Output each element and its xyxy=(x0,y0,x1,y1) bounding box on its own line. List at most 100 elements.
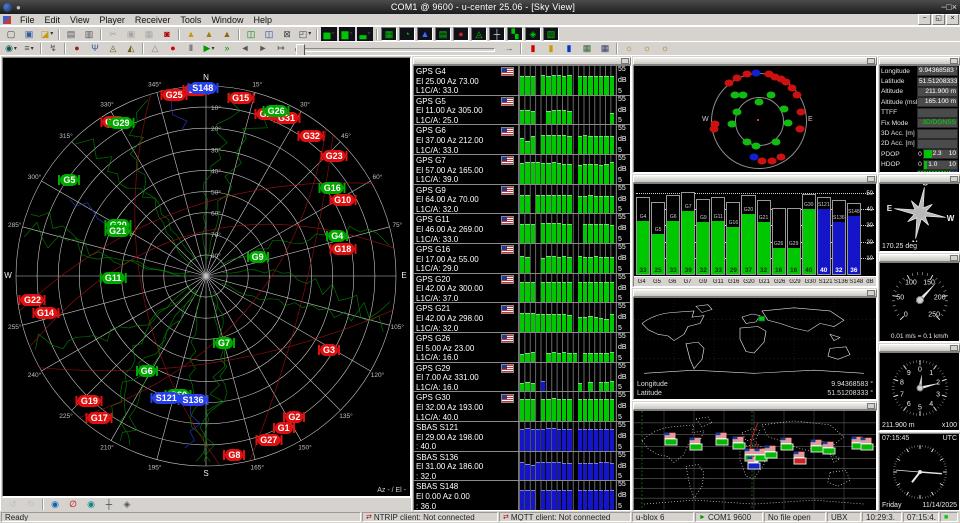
camera-view-button[interactable]: ▃▾ xyxy=(357,27,373,41)
new-view-button[interactable]: ◰▾ xyxy=(297,27,313,41)
database-button[interactable]: ☼ xyxy=(639,42,655,56)
panel-close-button[interactable] xyxy=(867,403,875,409)
world-button[interactable]: ◉ xyxy=(47,498,63,512)
mdi-close-button[interactable]: × xyxy=(946,14,959,25)
sky-view-panel: Az - / El - N15°30°45°60°75°E105°120°135… xyxy=(0,55,413,513)
playback-slider[interactable] xyxy=(295,43,495,55)
chart-bar-value: 33 xyxy=(712,267,724,274)
panel-grab-bar[interactable] xyxy=(413,57,631,65)
record-button[interactable]: ● xyxy=(165,42,181,56)
packet-console-button[interactable]: ▮ xyxy=(561,42,577,56)
status-ready: Ready xyxy=(1,512,361,522)
panel-grab-bar[interactable] xyxy=(633,57,877,65)
chart-bar-s148: S14836 xyxy=(847,203,861,275)
panel-close-button[interactable] xyxy=(950,345,958,351)
flash-tool-button[interactable]: ▲ xyxy=(201,27,217,41)
message-view-button[interactable]: ▦ xyxy=(579,42,595,56)
play-button[interactable]: ▶▾ xyxy=(201,42,217,56)
svg-text:S: S xyxy=(923,184,929,187)
speed-value: 0.01 m/s = 0.1 km/h xyxy=(880,333,959,340)
open-file-button[interactable]: ◪▾ xyxy=(39,27,55,41)
messages-view-toggle[interactable]: ● xyxy=(453,27,469,41)
chart-view-button[interactable]: ▅▾ xyxy=(321,27,337,41)
panel-grab-bar[interactable] xyxy=(879,254,960,262)
panel-close-button[interactable] xyxy=(621,58,629,64)
binary-console-toggle[interactable]: ▲ xyxy=(417,27,433,41)
projection-button[interactable]: ◈ xyxy=(119,498,135,512)
menu-help[interactable]: Help xyxy=(248,15,277,25)
menu-file[interactable]: File xyxy=(15,15,40,25)
print-preview-button[interactable]: ▥ xyxy=(81,27,97,41)
mdi-minimize-button[interactable]: − xyxy=(918,14,931,25)
panel-close-button[interactable] xyxy=(867,176,875,182)
clear-history-button[interactable]: ∅ xyxy=(65,498,81,512)
tools-button[interactable]: ☼ xyxy=(657,42,673,56)
sky-view-toggle[interactable]: ▧ xyxy=(543,27,559,41)
configure-view-toggle[interactable]: ◬ xyxy=(471,27,487,41)
record-points-button[interactable]: ◉ xyxy=(83,498,99,512)
u-center-window: ● COM1 @ 9600 - u-center 25.06 - [Sky Vi… xyxy=(0,0,960,523)
receiver-gear-button[interactable]: ● xyxy=(69,42,85,56)
step-back-button[interactable]: ◄ xyxy=(237,42,253,56)
clock-panel: 07:15:45 UTC Friday 11/14/2025 xyxy=(877,431,960,513)
map-view-toggle[interactable]: ◈ xyxy=(525,27,541,41)
autobauding-button[interactable]: ↯ xyxy=(45,42,61,56)
port-select-button[interactable]: ◉▾ xyxy=(3,42,19,56)
antenna-button[interactable]: Ψ xyxy=(87,42,103,56)
tile-vertical-button[interactable]: ◫ xyxy=(261,27,277,41)
panel-close-button[interactable] xyxy=(950,255,958,261)
print-button[interactable]: ▤ xyxy=(63,27,79,41)
preferences-button[interactable]: ☼ xyxy=(621,42,637,56)
skip-next-button[interactable]: ↦ xyxy=(273,42,289,56)
menu-edit[interactable]: Edit xyxy=(40,15,66,25)
legacy-update-button[interactable]: ▲ xyxy=(219,27,235,41)
histogram-view-button[interactable]: ▆▾ xyxy=(339,27,355,41)
coldstart-button[interactable]: ◭ xyxy=(123,42,139,56)
eject-button[interactable]: △ xyxy=(147,42,163,56)
text-console-toggle[interactable]: ▤ xyxy=(435,27,451,41)
firmware-update-button[interactable]: ▲ xyxy=(183,27,199,41)
crosshair-button[interactable]: ┼ xyxy=(101,498,117,512)
toolbar-separator xyxy=(100,29,102,40)
satellite-info: GPS G5El 11.00 Az 305.00L1C/A: 25.0 xyxy=(414,96,518,125)
new-file-button[interactable]: ▢ xyxy=(3,27,19,41)
pause-button[interactable]: Ⅱ xyxy=(183,42,199,56)
docking-view-toggle[interactable]: ▦ xyxy=(381,27,397,41)
db-scale: 55dB5 xyxy=(616,274,630,303)
menu-view[interactable]: View xyxy=(65,15,94,25)
menu-receiver[interactable]: Receiver xyxy=(130,15,176,25)
panel-grab-bar[interactable] xyxy=(879,57,960,65)
fast-forward-button[interactable]: » xyxy=(219,42,235,56)
panel-close-button[interactable] xyxy=(867,58,875,64)
hotstart-button[interactable]: ◬ xyxy=(105,42,121,56)
text-console-button[interactable]: ▮ xyxy=(543,42,559,56)
menu-player[interactable]: Player xyxy=(94,15,130,25)
skip-end-button[interactable]: → xyxy=(501,42,517,56)
panel-grab-bar[interactable] xyxy=(879,175,960,183)
binary-console-button[interactable]: ▮ xyxy=(525,42,541,56)
panel-close-button[interactable] xyxy=(867,290,875,296)
table-view-toggle[interactable]: ▚ xyxy=(507,27,523,41)
menu-tools[interactable]: Tools xyxy=(175,15,206,25)
statistic-view-toggle[interactable]: ┼ xyxy=(489,27,505,41)
step-forward-button[interactable]: ► xyxy=(255,42,271,56)
panel-grab-bar[interactable] xyxy=(633,402,877,410)
panel-close-button[interactable] xyxy=(950,58,958,64)
stop-logging-button[interactable]: ◙ xyxy=(159,27,175,41)
menu-window[interactable]: Window xyxy=(206,15,248,25)
baudrate-select-button[interactable]: ≡▾ xyxy=(21,42,37,56)
y-axis-tick-label: 40 xyxy=(866,207,873,213)
packet-console-toggle[interactable]: ◔ xyxy=(399,27,415,41)
close-window-button[interactable]: ⊠ xyxy=(279,27,295,41)
panel-close-button[interactable] xyxy=(950,176,958,182)
chart-bar-g20: G2037 xyxy=(741,195,755,275)
save-file-button[interactable]: ▣ xyxy=(21,27,37,41)
configuration-view-button[interactable]: ▦ xyxy=(597,42,613,56)
mdi-restore-button[interactable]: ◱ xyxy=(932,14,945,25)
satellite-info: GPS G11El 46.00 Az 269.00L1C/A: 33.0 xyxy=(414,214,518,243)
panel-grab-bar[interactable] xyxy=(879,344,960,352)
panel-grab-bar[interactable] xyxy=(633,289,877,297)
close-button[interactable]: × xyxy=(952,2,957,12)
tile-horizontal-button[interactable]: ◫ xyxy=(243,27,259,41)
panel-grab-bar[interactable] xyxy=(633,175,877,183)
